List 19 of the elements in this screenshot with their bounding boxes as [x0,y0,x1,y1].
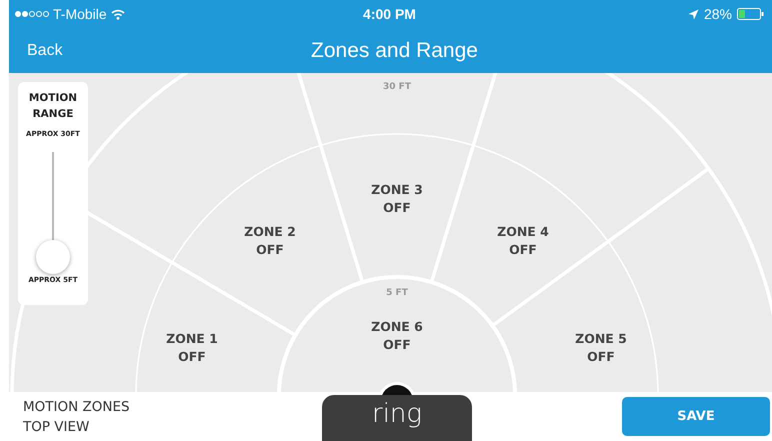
zone-label[interactable]: ZONE 6 OFF [371,319,423,352]
slider-thumb[interactable] [36,240,70,274]
zone-label[interactable]: ZONE 1 OFF [166,331,218,364]
zone-label[interactable]: ZONE 2 OFF [244,224,296,257]
panel-title: MOTION RANGE [28,91,78,122]
carrier-name: T-Mobile [53,6,107,22]
wifi-icon [110,8,125,20]
clock-time: 4:00 PM [363,6,416,22]
zone-label[interactable]: ZONE 3 OFF [371,182,423,215]
distance-label: 5 FT [386,288,408,298]
distance-label: 30 FT [383,82,411,92]
view-caption: MOTION ZONES TOP VIEW [23,398,130,436]
location-arrow-icon [688,8,699,20]
screen-title: Zones and Range [311,38,478,62]
zone-label[interactable]: ZONE 4 OFF [497,224,549,257]
ring-logo: ring [322,395,472,441]
zone-label[interactable]: ZONE 5 OFF [575,331,627,364]
battery-icon [737,8,764,20]
battery-percent: 28% [704,6,732,22]
